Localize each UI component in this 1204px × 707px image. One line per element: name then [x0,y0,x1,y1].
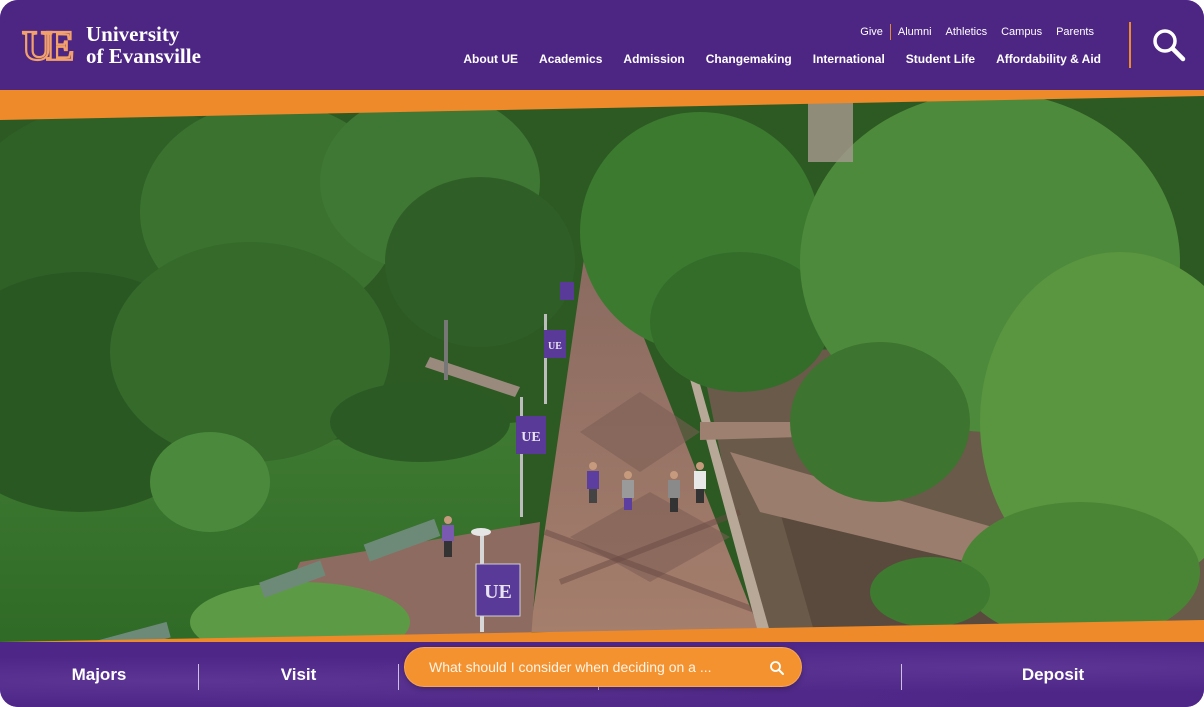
wordmark-line-2: of Evansville [86,44,201,68]
svg-text:UE: UE [22,24,72,70]
page-frame: UE UE UE UE University of Evansville Giv… [0,0,1204,707]
university-logo[interactable]: UE University of Evansville [20,18,201,72]
quick-link-visit[interactable]: Visit [199,660,398,690]
nav-affordability-aid[interactable]: Affordability & Aid [996,52,1101,66]
nav-admission[interactable]: Admission [623,52,684,66]
wordmark-line-1: University [86,22,180,46]
ue-logo-mark: UE [21,23,78,70]
ask-question-input[interactable]: What should I consider when deciding on … [404,647,802,687]
header-search-button[interactable] [1150,26,1188,64]
svg-text:UE: UE [484,581,512,603]
nav-about-ue[interactable]: About UE [463,52,518,66]
university-wordmark: University of Evansville [86,23,201,67]
nav-changemaking[interactable]: Changemaking [706,52,792,66]
site-header: UE University of Evansville Give Alumni … [0,0,1204,92]
main-nav: About UE Academics Admission Changemakin… [442,52,1101,66]
search-icon[interactable] [769,660,785,676]
nav-international[interactable]: International [813,52,885,66]
utility-link-alumni[interactable]: Alumni [891,26,939,38]
header-accent-band [0,90,1204,120]
header-divider [1129,22,1131,68]
nav-academics[interactable]: Academics [539,52,602,66]
utility-link-campus[interactable]: Campus [994,26,1049,38]
utility-link-parents[interactable]: Parents [1049,26,1101,38]
quick-link-divider [398,664,399,690]
svg-text:UE: UE [521,430,540,445]
utility-link-give[interactable]: Give [853,26,890,38]
hero-image: UE UE UE [0,92,1204,652]
utility-nav: Give Alumni Athletics Campus Parents [853,24,1101,40]
ask-placeholder: What should I consider when deciding on … [429,659,712,675]
nav-student-life[interactable]: Student Life [906,52,975,66]
svg-text:UE: UE [548,341,562,352]
utility-link-athletics[interactable]: Athletics [939,26,995,38]
quick-link-majors[interactable]: Majors [0,660,198,690]
quick-link-deposit[interactable]: Deposit [902,660,1204,690]
search-icon [1153,29,1186,62]
